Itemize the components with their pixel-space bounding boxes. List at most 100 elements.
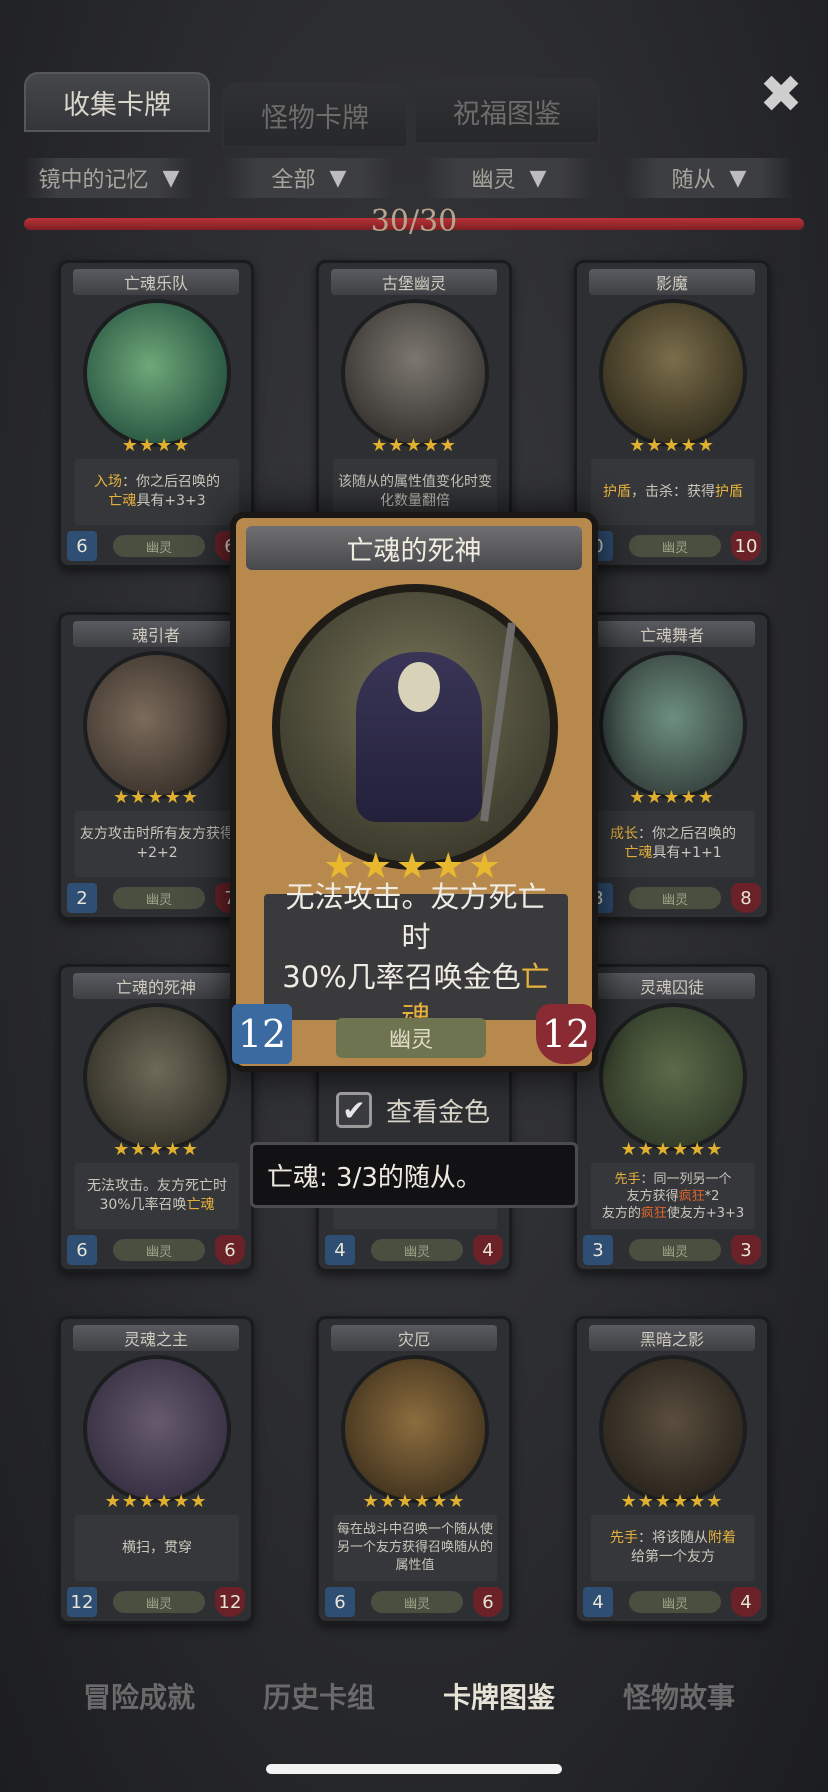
- card-stars: ★★★★: [121, 435, 191, 456]
- progress-text: 30/30: [370, 204, 458, 239]
- filter-label: 全部: [271, 168, 316, 193]
- card-art: [341, 1355, 489, 1503]
- detail-health-badge: 12: [536, 1004, 596, 1064]
- skull-icon: [398, 662, 440, 712]
- close-icon[interactable]: ✖: [756, 65, 806, 125]
- attack-badge: 12: [67, 1587, 97, 1617]
- top-tab-bar: 收集卡牌 怪物卡牌 祝福图鉴: [24, 72, 724, 148]
- card-name: 灵魂囚徒: [589, 973, 755, 999]
- scythe-icon: [480, 622, 516, 822]
- card-name: 亡魂的死神: [73, 973, 239, 999]
- attack-badge: 4: [583, 1587, 613, 1617]
- card-ghost-reaper[interactable]: 亡魂的死神 ★★★★★ 无法攻击。友方死亡时 30%几率召唤亡魂 6 幽灵 6: [58, 964, 254, 1272]
- card-art: [341, 299, 489, 447]
- filter-funnel-icon: ▼: [162, 165, 180, 191]
- attack-badge: 6: [67, 531, 97, 561]
- attack-badge: 2: [67, 883, 97, 913]
- nav-history-decks[interactable]: 历史卡组: [234, 1674, 404, 1718]
- card-art: [599, 1355, 747, 1503]
- card-art: [83, 299, 231, 447]
- card-stars: ★★★★★: [371, 435, 457, 456]
- card-ghost-dancer[interactable]: 亡魂舞者 ★★★★★ 成长：你之后召唤的亡魂具有+1+1 3 幽灵 8: [574, 612, 770, 920]
- health-badge: 4: [473, 1235, 503, 1265]
- health-badge: 12: [215, 1587, 245, 1617]
- health-badge: 6: [215, 1235, 245, 1265]
- filter-funnel-icon: ▼: [729, 165, 747, 191]
- card-dark-shadow[interactable]: 黑暗之影 ★★★★★★ 先手：将该随从附着 给第一个友方 4 幽灵 4: [574, 1316, 770, 1624]
- card-ghost-band[interactable]: 亡魂乐队 ★★★★ 入场：你之后召唤的亡魂具有+3+3 6 幽灵 6: [58, 260, 254, 568]
- filter-funnel-icon: ▼: [529, 165, 547, 191]
- card-name: 灾厄: [331, 1325, 497, 1351]
- tribe-tag: 幽灵: [113, 1239, 205, 1261]
- card-stars: ★★★★★★: [620, 1139, 724, 1160]
- nav-card-codex[interactable]: 卡牌图鉴: [414, 1674, 584, 1718]
- detail-attack-badge: 12: [232, 1004, 292, 1064]
- health-badge: 10: [731, 531, 761, 561]
- health-badge: 4: [731, 1587, 761, 1617]
- card-name: 古堡幽灵: [331, 269, 497, 295]
- health-badge: 8: [731, 883, 761, 913]
- health-badge: 3: [731, 1235, 761, 1265]
- card-desc: 友方攻击时所有友方获得+2+2: [75, 811, 239, 877]
- detail-tribe-tag: 幽灵: [336, 1018, 486, 1058]
- card-desc: 先手：将该随从附着 给第一个友方: [591, 1515, 755, 1581]
- detail-card[interactable]: 亡魂的死神 ★★★★★ 无法攻击。友方死亡时 30%几率召唤金色亡魂 12 幽灵 …: [230, 512, 598, 1072]
- tribe-tag: 幽灵: [113, 1591, 205, 1613]
- card-stars: ★★★★★: [629, 787, 715, 808]
- collection-progress: 30/30: [24, 204, 804, 239]
- detail-card-name: 亡魂的死神: [246, 526, 582, 570]
- card-calamity[interactable]: 灾厄 ★★★★★★ 每在战斗中召唤一个随从使另一个友方获得召唤随从的属性值 6 …: [316, 1316, 512, 1624]
- health-badge: 6: [473, 1587, 503, 1617]
- card-stars: ★★★★★: [113, 787, 199, 808]
- filter-label: 幽灵: [471, 168, 516, 193]
- attack-badge: 6: [325, 1587, 355, 1617]
- attack-badge: 4: [325, 1235, 355, 1265]
- tribe-tag: 幽灵: [629, 887, 721, 909]
- nav-monster-stories[interactable]: 怪物故事: [594, 1674, 764, 1718]
- checkbox[interactable]: ✔: [336, 1092, 372, 1128]
- tab-monster-cards[interactable]: 怪物卡牌: [222, 82, 408, 148]
- card-soul-prisoner[interactable]: 灵魂囚徒 ★★★★★★ 先手：同一列另一个 友方获得疯狂*2 友方的疯狂使友方+3+…: [574, 964, 770, 1272]
- keyword-tooltip: 亡魂: 3/3的随从。: [250, 1142, 578, 1208]
- card-desc: 先手：同一列另一个 友方获得疯狂*2 友方的疯狂使友方+3+3: [591, 1163, 755, 1229]
- card-name: 影魔: [589, 269, 755, 295]
- detail-card-desc: 无法攻击。友方死亡时 30%几率召唤金色亡魂: [264, 880, 568, 1034]
- tribe-tag: 幽灵: [113, 535, 205, 557]
- view-gold-toggle[interactable]: ✔ 查看金色: [336, 1090, 490, 1130]
- filter-label: 镜中的记忆: [38, 168, 149, 193]
- attack-badge: 3: [583, 1235, 613, 1265]
- card-stars: ★★★★★: [629, 435, 715, 456]
- card-soul-lord[interactable]: 灵魂之主 ★★★★★★ 横扫，贯穿 12 幽灵 12: [58, 1316, 254, 1624]
- view-gold-label: 查看金色: [386, 1097, 491, 1128]
- card-art: [83, 1003, 231, 1151]
- card-stars: ★★★★★★: [620, 1491, 724, 1512]
- home-indicator[interactable]: [266, 1764, 562, 1774]
- tab-collect-cards[interactable]: 收集卡牌: [24, 72, 210, 132]
- card-name: 灵魂之主: [73, 1325, 239, 1351]
- card-soul-guide[interactable]: 魂引者 ★★★★★ 友方攻击时所有友方获得+2+2 2 幽灵 7: [58, 612, 254, 920]
- filter-label: 随从: [671, 168, 716, 193]
- filter-funnel-icon: ▼: [329, 165, 347, 191]
- tribe-tag: 幽灵: [629, 535, 721, 557]
- filter-type[interactable]: 随从 ▼: [624, 158, 794, 198]
- filter-rarity[interactable]: 全部 ▼: [224, 158, 394, 198]
- tribe-tag: 幽灵: [371, 1239, 463, 1261]
- card-art: [599, 299, 747, 447]
- card-desc: 每在战斗中召唤一个随从使另一个友方获得召唤随从的属性值: [333, 1515, 497, 1581]
- card-stars: ★★★★★: [113, 1139, 199, 1160]
- nav-achievements[interactable]: 冒险成就: [54, 1674, 224, 1718]
- card-name: 亡魂舞者: [589, 621, 755, 647]
- filter-tribe[interactable]: 幽灵 ▼: [424, 158, 594, 198]
- tab-blessing-codex[interactable]: 祝福图鉴: [414, 78, 600, 144]
- card-name: 亡魂乐队: [73, 269, 239, 295]
- card-art: [83, 1355, 231, 1503]
- tribe-tag: 幽灵: [113, 887, 205, 909]
- card-desc: 入场：你之后召唤的 亡魂具有+3+3: [75, 459, 239, 525]
- card-art: [599, 651, 747, 799]
- card-shadow-demon[interactable]: 影魔 ★★★★★ 护盾，击杀：获得护盾 0 幽灵 10: [574, 260, 770, 568]
- attack-badge: 6: [67, 1235, 97, 1265]
- card-name: 魂引者: [73, 621, 239, 647]
- card-stars: ★★★★★★: [362, 1491, 466, 1512]
- filter-bar: 镜中的记忆 ▼ 全部 ▼ 幽灵 ▼ 随从 ▼: [24, 158, 804, 202]
- filter-expansion[interactable]: 镜中的记忆 ▼: [24, 158, 194, 198]
